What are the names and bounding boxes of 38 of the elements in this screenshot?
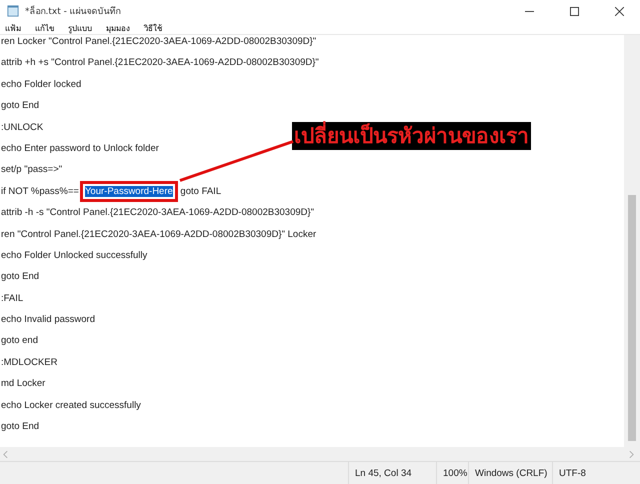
code-text: goto FAIL xyxy=(179,186,222,197)
maximize-icon[interactable] xyxy=(570,6,579,16)
code-line: attrib +h +s "Control Panel.{21EC2020-3AEA-1069-A2DD-08002B30309D}" xyxy=(1,56,319,70)
close-icon[interactable] xyxy=(615,6,624,16)
notepad-icon xyxy=(7,5,19,17)
code-line: goto End xyxy=(1,270,40,284)
scrollbar-thumb[interactable] xyxy=(628,195,636,441)
code-line: echo Locker created successfully xyxy=(1,398,141,413)
menu-item[interactable]: มุมมอง xyxy=(106,22,130,34)
selected-text: Your-Password-Here xyxy=(84,186,173,197)
encoding: UTF-8 xyxy=(552,462,640,484)
code-line: :UNLOCK xyxy=(1,120,44,135)
code-line: set/p "pass=>" xyxy=(1,163,62,178)
zoom-level: 100% xyxy=(436,462,468,484)
code-line: goto End xyxy=(1,99,40,114)
code-line: echo Folder locked xyxy=(1,78,82,92)
code-text: if NOT %pass%== xyxy=(1,186,79,197)
line-ending: Windows (CRLF) xyxy=(468,462,552,484)
scroll-right-icon[interactable] xyxy=(629,450,634,458)
window-title: *ล็อก.txt - แผ่นจดบันทึก xyxy=(25,4,121,18)
menu-item[interactable]: วิธีใช้ xyxy=(144,22,162,34)
cursor-position: Ln 45, Col 34 xyxy=(348,462,436,484)
code-line: attrib -h -s "Control Panel.{21EC2020-3AEA-1069-A2DD-08002B30309D}" xyxy=(1,206,314,220)
menu-item[interactable]: แฟ้ม xyxy=(5,22,21,34)
menu-item[interactable]: แก้ไข xyxy=(35,22,54,34)
scroll-left-icon[interactable] xyxy=(3,450,8,458)
code-line: echo Enter password to Unlock folder xyxy=(1,142,159,156)
code-line: :FAIL xyxy=(1,292,24,306)
code-line: :MDLOCKER xyxy=(1,356,58,370)
code-line: echo Invalid password xyxy=(1,313,95,328)
code-line: goto End xyxy=(1,420,40,434)
code-line: goto end xyxy=(1,334,38,348)
code-line: ren "Control Panel.{21EC2020-3AEA-1069-A2DD-08002B30309D}" Locker xyxy=(1,228,316,242)
code-line: ren Locker "Control Panel.{21EC2020-3AEA-1069-A2DD-08002B30309D}" xyxy=(1,35,316,49)
menu-item[interactable]: รูปแบบ xyxy=(68,22,92,34)
code-line: md Locker xyxy=(1,377,46,392)
code-line: echo Folder Unlocked successfully xyxy=(1,248,148,263)
annotation-label: เปลี่ยนเป็นรหัวผ่านของเรา xyxy=(292,122,531,150)
